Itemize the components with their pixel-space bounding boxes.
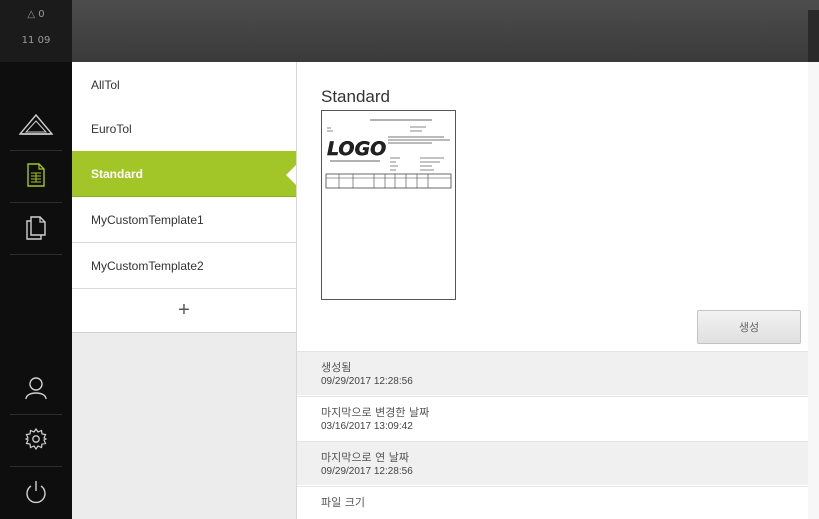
list-item-label: AllTol: [91, 77, 120, 92]
info-value: 03/16/2017 13:09:42: [321, 421, 413, 432]
info-last-modified: 마지막으로 변경한 날짜 03/16/2017 13:09:42: [297, 396, 809, 440]
scrollbar[interactable]: [808, 62, 819, 519]
measure-icon[interactable]: [0, 100, 72, 150]
top-header-bar: [72, 0, 819, 62]
template-list: AllTol EuroTol Standard MyCustomTemplate…: [72, 62, 296, 519]
info-file-size: 파일 크기: [297, 486, 809, 519]
info-created: 생성됨 09/29/2017 12:28:56: [297, 351, 809, 395]
create-button[interactable]: 생성: [697, 310, 801, 344]
list-item-mycustomtemplate2[interactable]: MyCustomTemplate2: [72, 243, 296, 289]
status-warning-count: △ 0: [27, 9, 45, 20]
info-value: 09/29/2017 12:28:56: [321, 466, 413, 477]
settings-icon[interactable]: [0, 414, 72, 464]
list-item-standard[interactable]: Standard: [72, 151, 296, 197]
status-time: 11 09: [21, 35, 51, 46]
list-item-label: MyCustomTemplate1: [91, 212, 204, 227]
template-detail-panel: Standard LOGO 생성 생성됨 09/29/2017 12:28:56…: [296, 62, 809, 519]
info-label: 생성됨: [321, 361, 352, 374]
list-item-alltol[interactable]: AllTol: [72, 62, 296, 108]
power-icon[interactable]: [0, 467, 72, 517]
sidebar-divider: [10, 254, 62, 255]
logo-placeholder: LOGO: [327, 138, 386, 160]
header-edge: [808, 10, 819, 62]
info-label: 파일 크기: [321, 496, 365, 509]
info-value: 09/29/2017 12:28:56: [321, 376, 413, 387]
copy-icon[interactable]: [0, 203, 72, 253]
info-label: 마지막으로 변경한 날짜: [321, 406, 430, 419]
main-sidebar: △ 0 11 09: [0, 0, 72, 519]
detail-title: Standard: [321, 87, 390, 106]
status-area: △ 0 11 09: [0, 0, 72, 62]
add-template-button[interactable]: +: [72, 289, 296, 333]
list-item-mycustomtemplate1[interactable]: MyCustomTemplate1: [72, 197, 296, 243]
list-item-label: Standard: [91, 166, 144, 181]
info-label: 마지막으로 연 날짜: [321, 451, 409, 464]
list-item-label: MyCustomTemplate2: [91, 258, 204, 273]
list-item-label: EuroTol: [91, 121, 132, 136]
document-icon[interactable]: [0, 150, 72, 200]
list-item-eurotol[interactable]: EuroTol: [72, 106, 296, 152]
template-preview-thumbnail[interactable]: LOGO: [321, 110, 456, 300]
info-last-opened: 마지막으로 연 날짜 09/29/2017 12:28:56: [297, 441, 809, 485]
user-icon[interactable]: [0, 363, 72, 413]
